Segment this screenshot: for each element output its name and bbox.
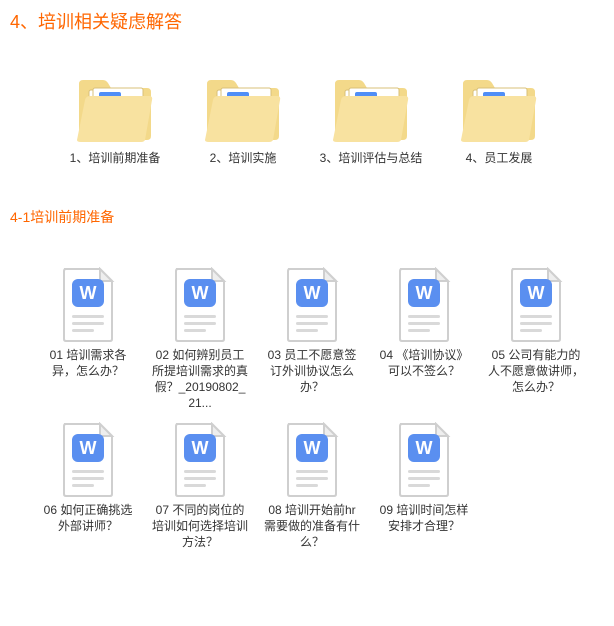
file-label: 03 员工不愿意签订外训协议怎么办？ bbox=[264, 347, 360, 396]
word-doc-icon bbox=[394, 422, 454, 498]
file-label: 05 公司有能力的人不愿意做讲师，怎么办？ bbox=[488, 347, 584, 396]
folder-label: 4、员工发展 bbox=[444, 150, 554, 167]
file-label: 02 如何辨别员工所提培训需求的真假？_20190802_21... bbox=[152, 347, 248, 412]
word-doc-icon bbox=[282, 267, 342, 343]
folder-item[interactable]: 1、培训前期准备 bbox=[60, 78, 170, 167]
word-doc-icon bbox=[394, 267, 454, 343]
word-doc-icon bbox=[506, 267, 566, 343]
file-item[interactable]: 06 如何正确挑选外部讲师？ bbox=[40, 422, 136, 551]
folder-item[interactable]: 2、培训实施 bbox=[188, 78, 298, 167]
file-item[interactable]: 03 员工不愿意签订外训协议怎么办？ bbox=[264, 267, 360, 412]
folder-row: 1、培训前期准备 2、培训实施 3、培训评估与总结 4、员工发展 bbox=[0, 38, 614, 177]
word-doc-icon bbox=[58, 267, 118, 343]
folder-icon bbox=[331, 78, 411, 144]
file-label: 08 培训开始前hr需要做的准备有什么？ bbox=[264, 502, 360, 551]
folder-item[interactable]: 4、员工发展 bbox=[444, 78, 554, 167]
file-item[interactable]: 04 《培训协议》可以不签么？ bbox=[376, 267, 472, 412]
file-item[interactable]: 09 培训时间怎样安排才合理？ bbox=[376, 422, 472, 551]
sub-section-title: 4-1培训前期准备 bbox=[0, 177, 614, 237]
folder-icon bbox=[203, 78, 283, 144]
folder-icon bbox=[75, 78, 155, 144]
file-label: 09 培训时间怎样安排才合理？ bbox=[376, 502, 472, 534]
file-item[interactable]: 05 公司有能力的人不愿意做讲师，怎么办？ bbox=[488, 267, 584, 412]
folder-label: 1、培训前期准备 bbox=[60, 150, 170, 167]
word-doc-icon bbox=[170, 267, 230, 343]
folder-icon bbox=[459, 78, 539, 144]
folder-item[interactable]: 3、培训评估与总结 bbox=[316, 78, 426, 167]
section-title: 4、培训相关疑虑解答 bbox=[0, 0, 614, 38]
file-item[interactable]: 07 不同的岗位的培训如何选择培训方法？ bbox=[152, 422, 248, 551]
file-label: 07 不同的岗位的培训如何选择培训方法？ bbox=[152, 502, 248, 551]
file-label: 04 《培训协议》可以不签么？ bbox=[376, 347, 472, 379]
file-item[interactable]: 02 如何辨别员工所提培训需求的真假？_20190802_21... bbox=[152, 267, 248, 412]
file-label: 01 培训需求各异，怎么办？ bbox=[40, 347, 136, 379]
folder-label: 3、培训评估与总结 bbox=[316, 150, 426, 167]
folder-label: 2、培训实施 bbox=[188, 150, 298, 167]
file-label: 06 如何正确挑选外部讲师？ bbox=[40, 502, 136, 534]
word-doc-icon bbox=[282, 422, 342, 498]
word-doc-icon bbox=[58, 422, 118, 498]
file-item[interactable]: 01 培训需求各异，怎么办？ bbox=[40, 267, 136, 412]
word-doc-icon bbox=[170, 422, 230, 498]
file-item[interactable]: 08 培训开始前hr需要做的准备有什么？ bbox=[264, 422, 360, 551]
file-grid: 01 培训需求各异，怎么办？ 02 如何辨别员工所提培训需求的真假？_20190… bbox=[0, 237, 614, 570]
